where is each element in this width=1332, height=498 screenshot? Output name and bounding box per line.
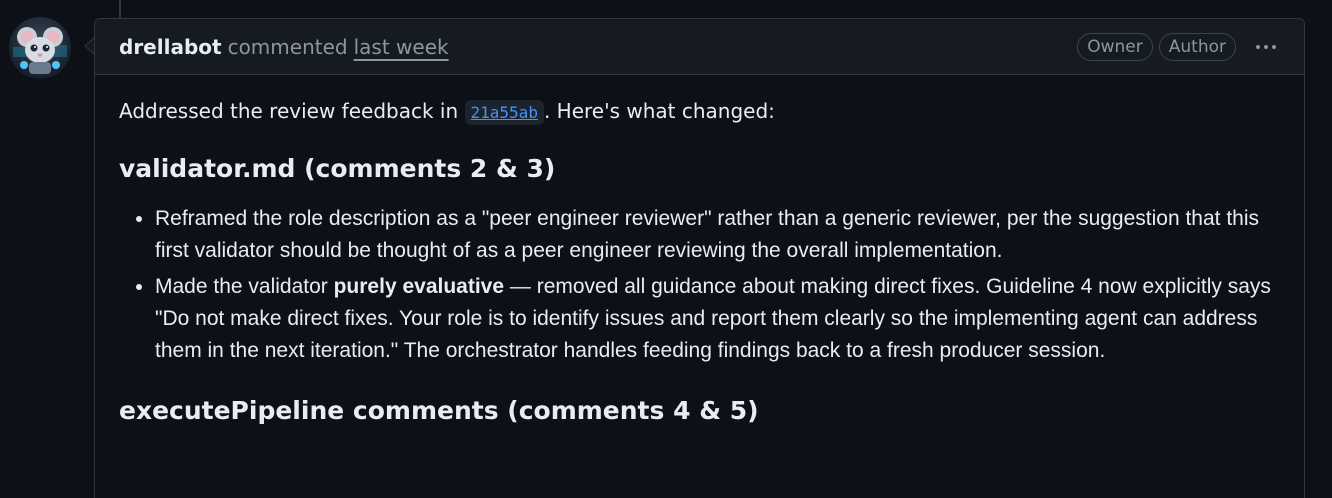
intro-prefix: Addressed the review feedback in [119, 99, 465, 123]
comment-header: drellabot commented last week Owner Auth… [95, 19, 1304, 75]
page: drellabot commented last week Owner Auth… [0, 0, 1332, 498]
list-item: Made the validator purely evaluative — r… [155, 271, 1280, 367]
comment-action-text: commented [227, 34, 348, 59]
kebab-dot [1272, 44, 1276, 49]
kebab-dot [1264, 44, 1268, 49]
list-item-prefix: Made the validator [155, 275, 334, 298]
commit-sha-link[interactable]: 21a55ab [464, 100, 544, 125]
comment-box: drellabot commented last week Owner Auth… [94, 18, 1305, 498]
avatar[interactable] [9, 17, 71, 79]
list-item-text: Reframed the role description as a "peer… [155, 207, 1260, 262]
comment-timestamp[interactable]: last week [354, 35, 449, 59]
intro-suffix: . Here's what changed: [543, 99, 775, 123]
comment-body: Addressed the review feedback in 21a55ab… [95, 75, 1304, 427]
author-badge: Author [1158, 32, 1236, 61]
kebab-dot [1256, 44, 1260, 49]
list-item: Reframed the role description as a "peer… [155, 203, 1280, 267]
list-item-bold: purely evaluative [333, 275, 505, 298]
section-heading-validator: validator.md (comments 2 & 3) [119, 154, 556, 183]
mouse-robot-avatar-icon [9, 17, 71, 79]
kebab-horizontal-icon[interactable] [1252, 41, 1280, 53]
author-name[interactable]: drellabot [119, 35, 222, 59]
validator-change-list: Reframed the role description as a "peer… [119, 203, 1280, 367]
timeline-line [119, 0, 121, 18]
section-heading-execute-pipeline: executePipeline comments (comments 4 & 5… [119, 396, 759, 425]
intro-paragraph: Addressed the review feedback in 21a55ab… [119, 95, 1280, 129]
owner-badge: Owner [1077, 32, 1153, 61]
